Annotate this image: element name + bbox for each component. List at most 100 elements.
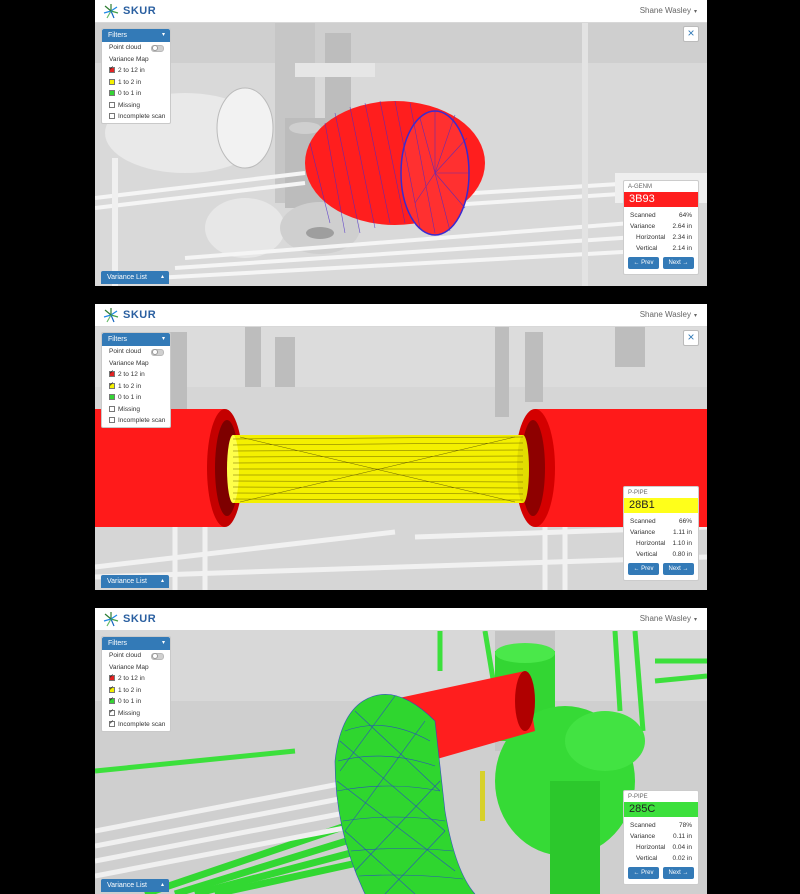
filter-range-mid[interactable]: 1 to 2 in <box>102 380 170 393</box>
brand-name[interactable]: SKUR <box>123 309 156 321</box>
checkbox-incomplete[interactable] <box>109 718 115 730</box>
vertical-label: Vertical <box>636 245 658 252</box>
variance-list-toggle[interactable]: Variance List ▴ <box>101 271 169 284</box>
prev-button[interactable]: ← Prev <box>628 257 659 269</box>
user-menu[interactable]: Shane Wasley ▾ <box>640 6 697 15</box>
checkbox-range-high[interactable] <box>109 64 115 76</box>
element-type: A-GENM <box>628 184 652 190</box>
3d-viewport[interactable] <box>95 327 707 590</box>
user-menu[interactable]: Shane Wasley ▾ <box>640 614 697 623</box>
missing-label: Missing <box>118 101 141 109</box>
prev-button[interactable]: ← Prev <box>628 867 659 879</box>
caret-down-icon: ▾ <box>161 32 165 38</box>
filters-title: Filters <box>108 336 128 343</box>
user-menu[interactable]: Shane Wasley ▾ <box>640 310 697 319</box>
checkbox-range-mid[interactable] <box>109 380 115 391</box>
filter-incomplete[interactable]: Incomplete scan <box>102 718 170 731</box>
incomplete-label: Incomplete scan <box>118 417 166 424</box>
filter-missing[interactable]: Missing <box>102 404 170 416</box>
caret-down-icon: ▾ <box>693 617 697 623</box>
point-cloud-toggle[interactable] <box>151 653 164 660</box>
prev-button[interactable]: ← Prev <box>628 563 659 575</box>
filters-toggle[interactable]: Filters ▾ <box>102 333 170 346</box>
scanned-value: 66% <box>678 518 692 525</box>
checkbox-missing[interactable] <box>109 707 115 718</box>
scanned-value: 64% <box>678 212 692 219</box>
brand-name[interactable]: SKUR <box>123 613 156 625</box>
3d-viewport[interactable] <box>95 631 707 894</box>
top-navbar: SKUR Shane Wasley ▾ <box>95 608 707 631</box>
range-low-label: 0 to 1 in <box>118 90 142 97</box>
checkbox-range-low[interactable] <box>109 394 115 400</box>
checkbox-range-mid[interactable] <box>109 78 115 85</box>
filters-title: Filters <box>108 32 128 39</box>
brand-name[interactable]: SKUR <box>123 5 156 17</box>
next-button[interactable]: Next → <box>663 563 694 575</box>
filter-incomplete[interactable]: Incomplete scan <box>102 111 170 123</box>
point-cloud-row: Point cloud <box>102 42 170 54</box>
checkbox-missing[interactable] <box>109 405 115 412</box>
filter-missing[interactable]: Missing <box>102 100 170 112</box>
checkbox-incomplete[interactable] <box>109 417 115 423</box>
horizontal-label: Horizontal <box>636 844 666 851</box>
filter-incomplete[interactable]: Incomplete scan <box>102 415 170 427</box>
checkbox-range-mid[interactable] <box>109 684 115 695</box>
horizontal-value: 0.04 in <box>672 844 692 851</box>
3d-viewport[interactable] <box>95 23 707 286</box>
checkbox-range-high[interactable] <box>109 672 115 684</box>
variance-list-toggle[interactable]: Variance List ▴ <box>101 879 169 892</box>
filter-range-high[interactable]: 2 to 12 in <box>102 64 170 77</box>
next-button[interactable]: Next → <box>663 257 694 269</box>
vertical-row: Vertical 2.14 in <box>624 243 698 254</box>
range-mid-label: 1 to 2 in <box>118 78 142 86</box>
filters-panel: Filters▾ Point cloud Variance Map 2 to 1… <box>101 28 171 124</box>
top-navbar: SKUR Shane Wasley ▾ <box>95 0 707 23</box>
point-cloud-toggle[interactable] <box>151 45 164 52</box>
filters-toggle[interactable]: Filters ▾ <box>102 29 170 42</box>
filter-range-low[interactable]: 0 to 1 in <box>102 392 170 404</box>
close-button[interactable]: × <box>683 26 699 42</box>
incomplete-label: Incomplete scan <box>118 113 166 120</box>
variance-list-toggle[interactable]: Variance List ▴ <box>101 575 169 588</box>
checkbox-range-low[interactable] <box>109 90 115 96</box>
point-cloud-label: Point cloud <box>109 44 142 51</box>
variance-list-label: Variance List <box>107 882 147 889</box>
point-cloud-row: Point cloud <box>102 650 170 662</box>
user-name: Shane Wasley <box>639 310 691 319</box>
caret-up-icon: ▴ <box>160 882 164 888</box>
caret-down-icon: ▾ <box>693 9 697 15</box>
variance-list-label: Variance List <box>107 274 147 281</box>
next-button[interactable]: Next → <box>663 867 694 879</box>
scanned-value: 78% <box>678 822 692 829</box>
horizontal-value: 2.34 in <box>672 234 692 241</box>
caret-down-icon: ▾ <box>161 336 165 342</box>
vertical-value: 0.02 in <box>672 855 692 862</box>
point-cloud-toggle[interactable] <box>151 349 164 356</box>
scanned-label: Scanned <box>630 518 656 525</box>
checkbox-range-low[interactable] <box>109 695 115 707</box>
variance-row: Variance 0.11 in <box>624 831 698 842</box>
checkbox-range-high[interactable] <box>109 368 115 380</box>
screenshot-panel-3: SKUR Shane Wasley ▾ Filters ▾ Point clou… <box>95 608 707 894</box>
scanned-label: Scanned <box>630 822 656 829</box>
filters-toggle[interactable]: Filters ▾ <box>102 637 170 650</box>
vertical-row: Vertical 0.02 in <box>624 853 698 864</box>
checkbox-missing[interactable] <box>109 101 115 108</box>
filter-range-low[interactable]: 0 to 1 in <box>102 88 170 100</box>
skur-logo-icon <box>103 4 119 19</box>
skur-logo-icon <box>103 612 119 627</box>
element-type: P-PIPE <box>628 490 648 496</box>
scanned-row: Scanned 64% <box>624 210 698 221</box>
checkbox-incomplete[interactable] <box>109 113 115 119</box>
scanned-row: Scanned 78% <box>624 820 698 831</box>
filters-panel: Filters▾ Point cloud Variance Map 2 to 1… <box>101 332 171 428</box>
vertical-value: 0.80 in <box>672 551 692 558</box>
caret-down-icon: ▾ <box>161 640 165 646</box>
variance-list-label: Variance List <box>107 578 147 585</box>
horizontal-row: Horizontal 2.34 in <box>624 232 698 243</box>
variance-value: 1.11 in <box>672 529 692 536</box>
vertical-value: 2.14 in <box>672 245 692 252</box>
close-button[interactable]: × <box>683 330 699 346</box>
point-cloud-label: Point cloud <box>109 348 142 355</box>
filter-range-mid[interactable]: 1 to 2 in <box>102 77 170 89</box>
